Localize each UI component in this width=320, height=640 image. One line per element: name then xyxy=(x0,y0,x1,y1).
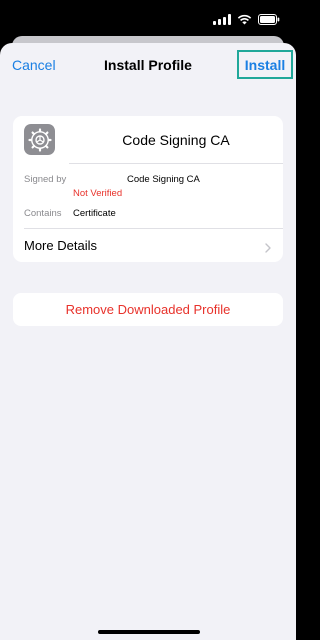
cellular-signal-icon xyxy=(213,13,231,25)
profile-card: Code Signing CA Signed by Code Signing C… xyxy=(13,116,283,262)
wifi-icon xyxy=(237,14,252,25)
status-bar xyxy=(0,0,296,36)
status-icons xyxy=(213,12,280,26)
home-indicator xyxy=(98,630,200,634)
navigation-bar: Cancel Install Profile Install xyxy=(0,43,296,87)
divider xyxy=(24,228,283,229)
contains-label: Contains xyxy=(24,208,62,219)
battery-icon xyxy=(258,13,280,25)
profile-name: Code Signing CA xyxy=(122,132,230,148)
install-button[interactable]: Install xyxy=(237,50,293,79)
more-details-row[interactable]: More Details xyxy=(24,238,97,253)
divider xyxy=(69,163,283,164)
verification-status: Not Verified xyxy=(73,188,123,199)
remove-downloaded-profile-button[interactable]: Remove Downloaded Profile xyxy=(13,293,283,326)
install-profile-sheet: Cancel Install Profile Install Code Sign… xyxy=(0,43,296,640)
gear-icon xyxy=(24,124,55,155)
signed-by-value: Code Signing CA xyxy=(127,174,200,185)
chevron-right-icon xyxy=(265,240,271,258)
contains-value: Certificate xyxy=(73,208,116,219)
signed-by-label: Signed by xyxy=(24,174,67,185)
